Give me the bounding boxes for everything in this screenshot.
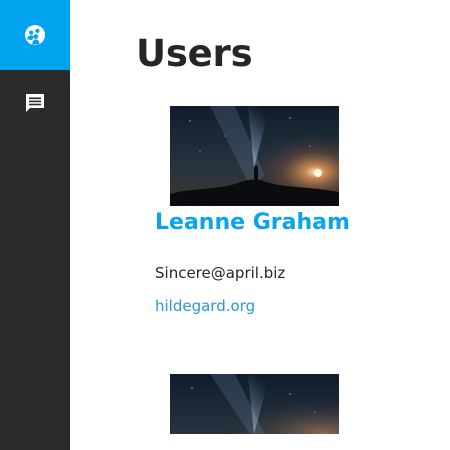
main-content: Users Leanne Graham Sincere@april.biz hi… bbox=[70, 0, 450, 450]
page-title: Users bbox=[136, 32, 253, 75]
sidebar-item-users[interactable] bbox=[0, 0, 70, 70]
sidebar bbox=[0, 0, 70, 450]
users-icon bbox=[24, 24, 46, 46]
sidebar-item-posts[interactable] bbox=[0, 68, 70, 138]
user-card-image bbox=[170, 106, 339, 206]
user-card-image bbox=[170, 374, 339, 434]
user-website-link[interactable]: hildegard.org bbox=[155, 297, 255, 315]
user-name-link[interactable]: Leanne Graham bbox=[155, 210, 350, 235]
app: Users Leanne Graham Sincere@april.biz hi… bbox=[0, 0, 450, 450]
user-email: Sincere@april.biz bbox=[155, 264, 286, 282]
comment-icon bbox=[24, 92, 46, 114]
